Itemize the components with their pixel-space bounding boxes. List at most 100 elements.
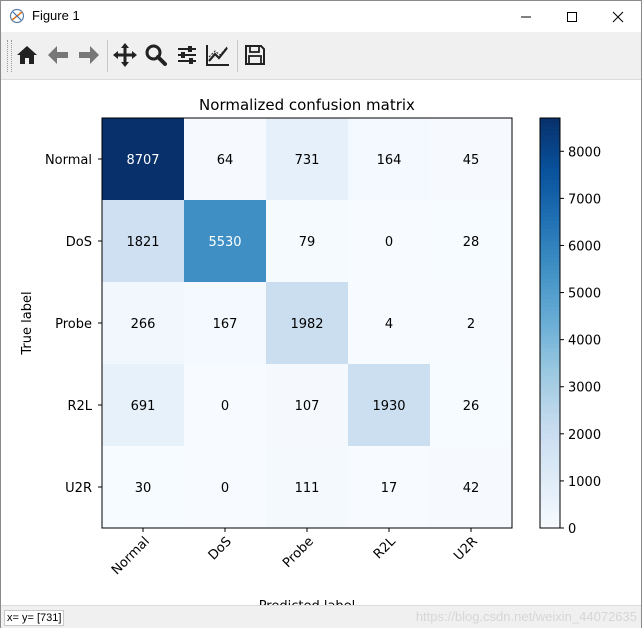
colorbar-segment (540, 269, 560, 275)
colorbar-tick-label: 7000 (568, 192, 601, 207)
colorbar-segment (540, 466, 560, 472)
forward-button[interactable] (75, 41, 103, 69)
colorbar-segment (540, 212, 560, 217)
colorbar-segment (540, 462, 560, 467)
colorbar-segment (540, 413, 560, 418)
cell-value-label: 164 (377, 153, 402, 168)
colorbar-segment (540, 478, 560, 484)
axes-edit-button[interactable] (204, 41, 232, 69)
colorbar-segment (540, 429, 560, 435)
colorbar-segment (540, 396, 560, 402)
colorbar-segment (540, 355, 560, 361)
colorbar-segment (540, 421, 560, 426)
colorbar-segment (540, 446, 560, 451)
colorbar-tick-label: 6000 (568, 239, 601, 254)
toolbar-separator (237, 40, 238, 72)
colorbar-segment (540, 302, 560, 308)
x-tick-label: Normal (109, 534, 153, 578)
colorbar-segment (540, 474, 560, 480)
colorbar-segment (540, 458, 560, 463)
colorbar-segment (540, 290, 560, 295)
colorbar-segment (540, 450, 560, 455)
colorbar-segment (540, 425, 560, 431)
zoom-button[interactable] (142, 41, 170, 69)
colorbar-segment (540, 273, 560, 279)
y-tick-label: Normal (45, 153, 92, 168)
cell-value-label: 1982 (290, 317, 323, 332)
move-icon (113, 43, 137, 67)
colorbar-segment (540, 208, 560, 213)
colorbar-tick-label: 8000 (568, 145, 601, 160)
colorbar-segment (540, 159, 560, 164)
colorbar-segment (540, 175, 560, 180)
minimize-button[interactable] (503, 1, 549, 32)
cursor-coordinates: x= y= [731] (4, 610, 65, 626)
toolbar-grip[interactable] (7, 40, 12, 72)
cell-value-label: 45 (463, 153, 480, 168)
colorbar-segment (540, 286, 560, 291)
colorbar-segment (540, 146, 560, 152)
colorbar-segment (540, 249, 560, 254)
colorbar-segment (540, 511, 560, 517)
colorbar-segment (540, 318, 560, 324)
home-button[interactable] (13, 41, 41, 69)
colorbar-segment (540, 487, 560, 492)
colorbar-segment (540, 417, 560, 422)
colorbar-segment (540, 228, 560, 234)
sliders-icon (178, 46, 196, 64)
colorbar-tick-label: 0 (568, 522, 576, 537)
colorbar-segment (540, 331, 560, 336)
chart-title: Normalized confusion matrix (199, 96, 415, 114)
colorbar-segment (540, 253, 560, 258)
colorbar-segment (540, 347, 560, 353)
cell-value-label: 26 (463, 399, 480, 414)
close-button[interactable] (595, 1, 641, 32)
colorbar-segment (540, 241, 560, 246)
colorbar-segment (540, 195, 560, 201)
colorbar-segment (540, 470, 560, 476)
colorbar-tick-label: 1000 (568, 475, 601, 490)
colorbar-segment (540, 376, 560, 381)
cell-value-label: 8707 (126, 153, 159, 168)
colorbar-tick-label: 5000 (568, 287, 601, 302)
cell-value-label: 731 (295, 153, 320, 168)
colorbar-segment (540, 150, 560, 156)
colorbar-segment (540, 482, 560, 488)
line-chart-icon (206, 45, 229, 66)
maximize-button[interactable] (549, 1, 595, 32)
colorbar-segment (540, 306, 560, 312)
cell-value-label: 2 (467, 317, 475, 332)
colorbar-segment (540, 339, 560, 344)
colorbar-segment (540, 503, 560, 508)
y-tick-label: R2L (67, 399, 92, 414)
colorbar-segment (540, 154, 560, 160)
colorbar-segment (540, 191, 560, 197)
save-button[interactable] (241, 41, 269, 69)
figure-canvas[interactable]: Normalized confusion matrix 8707 64 731 164 4… (1, 80, 641, 614)
colorbar-segment (540, 126, 560, 131)
colorbar-segment (540, 298, 560, 303)
cell-value-label: 111 (295, 481, 320, 496)
cell-value-label: 5530 (208, 235, 241, 250)
confusion-matrix-chart: Normalized confusion matrix 8707 64 731 164 4… (20, 96, 601, 614)
title-bar[interactable]: Figure 1 (1, 1, 641, 32)
colorbar-segment (540, 388, 560, 394)
colorbar-segment (540, 454, 560, 459)
colorbar-segment (540, 232, 560, 238)
x-tick-label: U2R (451, 534, 481, 564)
colorbar-segment (540, 372, 560, 377)
toolbar (1, 32, 641, 80)
colorbar-segment (540, 433, 560, 439)
colorbar-segment (540, 335, 560, 340)
cell-value-label: 0 (385, 235, 393, 250)
cell-value-label: 1930 (372, 399, 405, 414)
colorbar-segment (540, 187, 560, 193)
colorbar-segment (540, 265, 560, 271)
pan-button[interactable] (111, 41, 139, 69)
colorbar-segment (540, 220, 560, 226)
cell-value-label: 107 (295, 399, 320, 414)
colorbar-segment (540, 495, 560, 500)
back-button[interactable] (44, 41, 72, 69)
subplots-button[interactable] (173, 41, 201, 69)
colorbar-segment (540, 179, 560, 185)
